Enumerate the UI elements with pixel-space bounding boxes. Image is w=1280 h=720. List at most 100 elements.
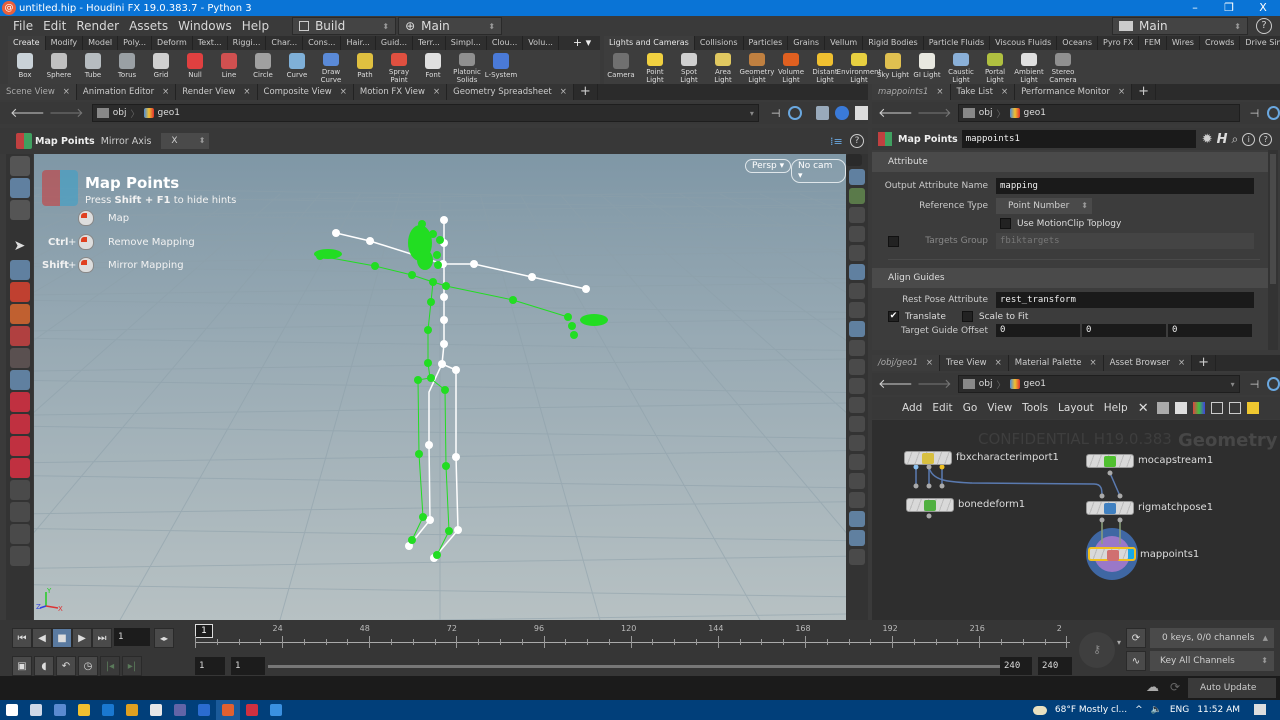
display-settings-icon[interactable]: ⁞≡ <box>830 135 843 148</box>
close-tab-icon[interactable]: × <box>63 84 70 100</box>
close-tab-icon[interactable]: × <box>433 84 440 100</box>
rest-joint[interactable] <box>440 293 448 301</box>
list-icon[interactable] <box>1174 402 1187 414</box>
rest-joint[interactable] <box>582 285 590 293</box>
close-button[interactable]: X <box>1246 0 1280 16</box>
rest-joint[interactable] <box>366 237 374 245</box>
back-arrow-icon[interactable]: 🡐 <box>878 376 913 392</box>
snap-magnet-icon[interactable] <box>9 458 30 478</box>
taskbar-task-view[interactable] <box>24 700 48 720</box>
prim-display-icon[interactable] <box>849 454 865 470</box>
lock-camera-icon[interactable] <box>849 207 865 223</box>
mapped-joint[interactable] <box>442 462 450 470</box>
mapped-joint[interactable] <box>371 262 379 270</box>
shelf-tab[interactable]: FEM <box>1139 36 1167 50</box>
shelf-tool-spray-paint[interactable]: Spray Paint <box>382 50 416 84</box>
taskbar-outlook[interactable] <box>96 700 120 720</box>
shelf-tab[interactable]: Clou... <box>487 36 524 50</box>
scale-icon[interactable] <box>9 326 30 346</box>
rest-joint[interactable] <box>332 229 340 237</box>
taskbar-app-blue[interactable] <box>264 700 288 720</box>
back-arrow-icon[interactable]: 🡐 <box>878 105 913 121</box>
handle-icon[interactable] <box>9 370 30 390</box>
notification-icon[interactable] <box>1254 704 1266 715</box>
scene-viewport[interactable]: Map Points Press Shift + F1 to hide hint… <box>34 154 846 620</box>
time-icon[interactable]: ◷ <box>78 656 98 676</box>
pane-tab[interactable]: mappoints1 × <box>872 84 951 100</box>
help-icon[interactable]: ? <box>1259 132 1273 146</box>
shelf-tool-environment-light[interactable]: Environment Light <box>837 50 881 84</box>
shelf-tool-gi-light[interactable]: GI Light <box>910 50 944 84</box>
pose-icon[interactable] <box>9 348 30 368</box>
rotate-icon[interactable] <box>9 304 30 324</box>
mapped-joint[interactable] <box>408 271 416 279</box>
jump-start-button[interactable]: ⏮ <box>12 628 32 648</box>
section-attribute[interactable]: Attribute <box>872 152 1268 172</box>
realtime-toggle-icon[interactable]: ▣ <box>12 656 32 676</box>
shelf-tab[interactable]: Poly... <box>118 36 153 50</box>
mapped-joint[interactable] <box>570 331 578 339</box>
shelf-tool-camera[interactable]: Camera <box>604 50 638 84</box>
rest-joint[interactable] <box>425 441 433 449</box>
shelf-tool-point-light[interactable]: Point Light <box>638 50 672 84</box>
update-icon[interactable]: ⟳ <box>1170 680 1180 694</box>
path-field[interactable]: obj 〉 geo1 ▾ <box>91 104 759 122</box>
audio-icon[interactable]: ◖ <box>34 656 54 676</box>
shelf-tool-path[interactable]: Path <box>348 50 382 84</box>
shelf-tab[interactable]: Wires <box>1167 36 1200 50</box>
snap-curve-icon[interactable] <box>9 414 30 434</box>
mapped-joint[interactable] <box>441 386 449 394</box>
shelf-tab[interactable]: Model <box>83 36 119 50</box>
pane-tab[interactable]: Tree View × <box>940 355 1009 371</box>
shelf-tool-sphere[interactable]: Sphere <box>42 50 76 84</box>
shelf-tool-platonic-solids[interactable]: Platonic Solids <box>450 50 484 84</box>
path-geo1[interactable]: geo1 <box>1024 108 1046 118</box>
taskbar-app-chart[interactable] <box>48 700 72 720</box>
rest-joint[interactable] <box>454 526 462 534</box>
move-icon[interactable] <box>9 282 30 302</box>
mapped-joint[interactable] <box>433 551 441 559</box>
timing-icon[interactable] <box>9 502 30 522</box>
dynamics-select-icon[interactable] <box>9 200 30 220</box>
path-geo1[interactable]: geo1 <box>1024 379 1046 389</box>
close-tab-icon[interactable]: × <box>560 84 567 100</box>
tray-chevron-icon[interactable]: ^ <box>1135 705 1143 715</box>
shelf-tab[interactable]: Modify <box>46 36 84 50</box>
rest-pose-field[interactable]: rest_transform <box>996 292 1254 308</box>
display-points-icon[interactable] <box>849 169 865 185</box>
object-select-icon[interactable] <box>9 156 30 176</box>
shelf-tab[interactable]: Cons... <box>303 36 342 50</box>
mapped-joint[interactable] <box>442 282 450 290</box>
next-key-button[interactable]: ▸| <box>122 656 142 676</box>
offset-z-field[interactable]: 0 <box>1168 324 1252 337</box>
display-uv-icon[interactable] <box>849 188 865 204</box>
section-align-guides[interactable]: Align Guides <box>872 268 1268 288</box>
pin-icon[interactable]: ⊣ <box>771 107 781 120</box>
taskbar-file-explorer[interactable] <box>72 700 96 720</box>
shelf-tab[interactable]: Collisions <box>695 36 744 50</box>
taskbar-teams[interactable] <box>168 700 192 720</box>
render-icon[interactable] <box>9 546 30 566</box>
network-box-icon[interactable] <box>1228 402 1241 414</box>
shelf-tab[interactable]: Particle Fluids <box>924 36 991 50</box>
camera-persp-menu[interactable]: Persp ▾ <box>745 159 792 173</box>
play-reverse-button[interactable]: ◀ <box>32 628 52 648</box>
link-icon[interactable] <box>1267 377 1280 391</box>
prim-number-icon[interactable] <box>849 473 865 489</box>
no-cam-menu[interactable]: No cam ▾ <box>791 159 846 183</box>
network-menu-view[interactable]: View <box>987 402 1012 414</box>
link-icon[interactable] <box>788 106 803 120</box>
targets-group-toggle[interactable] <box>888 235 899 247</box>
rest-joint[interactable] <box>452 453 460 461</box>
shelf-tool-ambient-light[interactable]: Ambient Light <box>1012 50 1046 84</box>
close-tab-icon[interactable]: × <box>243 84 250 100</box>
add-tab-button[interactable]: + <box>1132 84 1156 100</box>
playback-start-field[interactable]: 1 <box>231 657 265 675</box>
forward-arrow-icon[interactable]: 🡒 <box>917 376 952 392</box>
desktop-selector[interactable]: Build ⬍ <box>292 17 397 35</box>
snap-grid-icon[interactable] <box>9 392 30 412</box>
close-tab-icon[interactable]: × <box>995 355 1002 371</box>
path-geo1[interactable]: geo1 <box>158 108 180 118</box>
shelf-tool-line[interactable]: Line <box>212 50 246 84</box>
param-path-field[interactable]: obj 〉 geo1 <box>957 104 1240 122</box>
